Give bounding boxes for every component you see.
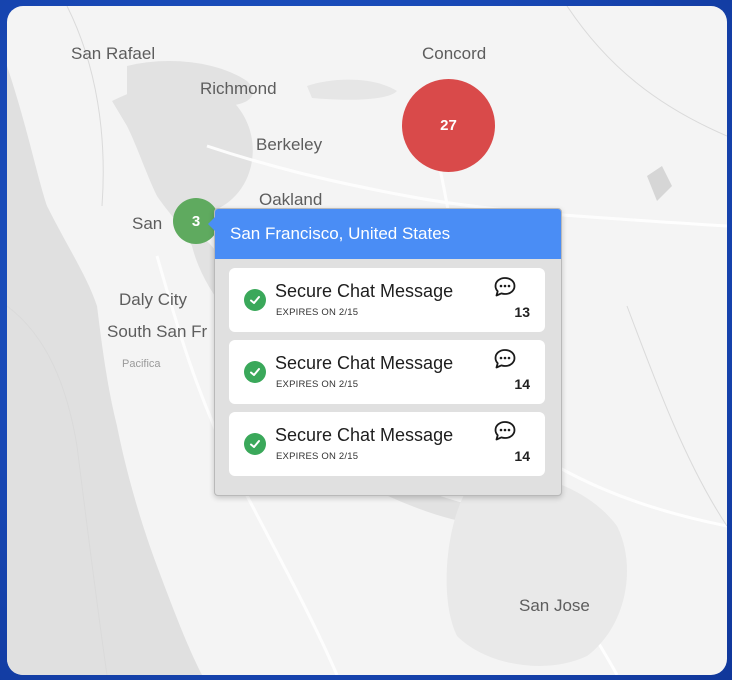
check-circle-icon	[244, 289, 266, 311]
message-expiry: EXPIRES ON 2/15	[276, 379, 359, 390]
cluster-count: 3	[191, 212, 201, 230]
map-label-richmond: Richmond	[200, 79, 277, 98]
popup-caret	[208, 217, 215, 231]
chat-bubble-icon	[493, 348, 517, 375]
cluster-marker-concord[interactable]: 27	[402, 79, 495, 172]
map-label-pacifica: Pacifica	[122, 358, 161, 370]
map-label-san-francisco: San	[132, 214, 163, 233]
map-label-south-san-francisco: South San Fr	[107, 322, 208, 341]
map-canvas[interactable]: San Rafael Concord Richmond Berkeley Oak…	[7, 6, 727, 675]
map-label-berkeley: Berkeley	[256, 135, 323, 154]
message-title: Secure Chat Message	[275, 281, 454, 301]
message-expiry: EXPIRES ON 2/15	[276, 307, 359, 318]
check-circle-icon	[244, 433, 266, 455]
map-label-daly-city: Daly City	[119, 290, 188, 309]
map-label-san-rafael: San Rafael	[71, 44, 156, 63]
location-popup: San Francisco, United States Secure Chat…	[208, 208, 562, 496]
message-count: 13	[514, 304, 530, 320]
cluster-count: 27	[440, 117, 457, 134]
message-expiry: EXPIRES ON 2/15	[276, 451, 359, 462]
message-count: 14	[514, 376, 530, 392]
message-title: Secure Chat Message	[275, 425, 454, 445]
message-card[interactable]: Secure Chat Message EXPIRES ON 2/15 14	[229, 412, 545, 476]
check-circle-icon	[244, 361, 266, 383]
message-title: Secure Chat Message	[275, 353, 454, 373]
message-count: 14	[514, 448, 530, 464]
map-label-concord: Concord	[422, 44, 487, 63]
message-card[interactable]: Secure Chat Message EXPIRES ON 2/15 14	[229, 340, 545, 404]
chat-bubble-icon	[493, 420, 517, 447]
map-label-oakland: Oakland	[259, 190, 323, 209]
map-label-san-jose: San Jose	[519, 596, 590, 615]
message-card[interactable]: Secure Chat Message EXPIRES ON 2/15 13	[229, 268, 545, 332]
popup-title: San Francisco, United States	[215, 209, 561, 259]
chat-bubble-icon	[493, 276, 517, 303]
